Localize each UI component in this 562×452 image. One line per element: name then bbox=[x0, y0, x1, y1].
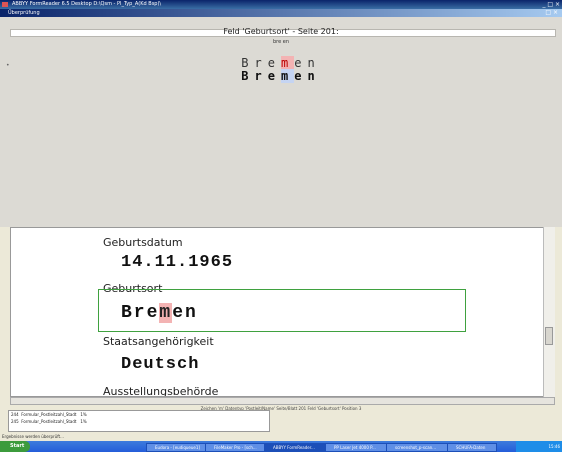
app-title-bar: ABBYY FormReader 6.5 Desktop D:\Qsm - PI… bbox=[0, 0, 562, 9]
scrollbar-thumb[interactable] bbox=[545, 327, 553, 345]
window-controls[interactable]: _ □ × bbox=[542, 1, 560, 8]
row-name: Formular_Postleitzahl_Stadt bbox=[21, 419, 77, 424]
taskbar-item[interactable]: screenshot_p-scan... bbox=[386, 443, 454, 452]
taskbar-item[interactable]: PP Laser Jet 4000 P... bbox=[325, 443, 393, 452]
taskbar-item[interactable]: SCHUFA-Daten bbox=[447, 443, 497, 452]
char-cell[interactable]: e bbox=[294, 56, 307, 70]
character-row-recognized: Bremen bbox=[0, 69, 562, 83]
char-cell[interactable]: B bbox=[241, 56, 254, 70]
taskbar-item[interactable]: FileMaker Pro - [sch... bbox=[205, 443, 271, 452]
row-name: Formular_Postleitzahl_Stadt bbox=[21, 412, 77, 417]
app-title: ABBYY FormReader 6.5 Desktop D:\Qsm - PI… bbox=[12, 1, 162, 7]
char-cell[interactable]: r bbox=[255, 56, 268, 70]
verification-canvas bbox=[0, 17, 562, 227]
document-image-pane[interactable]: Geburtsdatum 14.11.1965 Geburtsort Breme… bbox=[10, 227, 555, 397]
horizontal-scrollbar[interactable] bbox=[10, 397, 555, 405]
char-cell[interactable]: n bbox=[307, 69, 320, 83]
batch-list[interactable]: 244 Formular_Postleitzahl_Stadt 1% 245 F… bbox=[8, 410, 270, 432]
char-cell[interactable]: e bbox=[268, 69, 281, 83]
list-item[interactable]: 244 Formular_Postleitzahl_Stadt 1% bbox=[11, 412, 87, 418]
char-cell[interactable]: e bbox=[268, 56, 281, 70]
recognized-word: bre en bbox=[272, 39, 290, 45]
dialog-title-bar: Überprüfung □ × bbox=[0, 9, 562, 17]
status-line: Ergebnisse werden überprüft... bbox=[2, 434, 64, 439]
clock: 15:46 bbox=[548, 444, 560, 449]
row-percent: 1% bbox=[80, 419, 87, 424]
row-number: 244 bbox=[11, 412, 19, 417]
active-field-frame[interactable] bbox=[98, 289, 466, 332]
field-label: Staatsangehörigkeit bbox=[103, 335, 214, 348]
character-row-image: Bremen bbox=[0, 56, 562, 70]
field-value: 14.11.1965 bbox=[121, 253, 234, 272]
taskbar-item-active[interactable]: ABBYY FormReader... bbox=[264, 443, 332, 452]
char-cell[interactable]: B bbox=[241, 69, 254, 83]
row-percent: 1% bbox=[80, 412, 87, 417]
list-item[interactable]: 245 Formular_Postleitzahl_Stadt 1% bbox=[11, 419, 87, 425]
dialog-title: Überprüfung bbox=[8, 10, 40, 16]
field-value: Deutsch bbox=[121, 355, 200, 374]
row-number: 245 bbox=[11, 419, 19, 424]
field-header: Feld 'Geburtsort' - Seite 201: bbox=[223, 27, 339, 36]
field-label: Ausstellungsbehörde bbox=[103, 385, 219, 397]
char-cell-selected[interactable]: m bbox=[281, 56, 295, 70]
app-icon bbox=[2, 2, 8, 7]
char-cell[interactable]: n bbox=[307, 56, 320, 70]
start-button[interactable]: Start bbox=[0, 441, 30, 452]
dialog-controls[interactable]: □ × bbox=[545, 9, 558, 17]
char-cell[interactable]: r bbox=[255, 69, 268, 83]
char-cell-selected[interactable]: m bbox=[281, 69, 295, 83]
char-cell[interactable]: e bbox=[294, 69, 307, 83]
taskbar-item[interactable]: Eudora - [eudiqueue1] bbox=[146, 443, 212, 452]
field-label: Geburtsdatum bbox=[103, 236, 183, 249]
vertical-scrollbar[interactable] bbox=[543, 227, 555, 397]
system-tray: 15:46 bbox=[516, 441, 562, 452]
